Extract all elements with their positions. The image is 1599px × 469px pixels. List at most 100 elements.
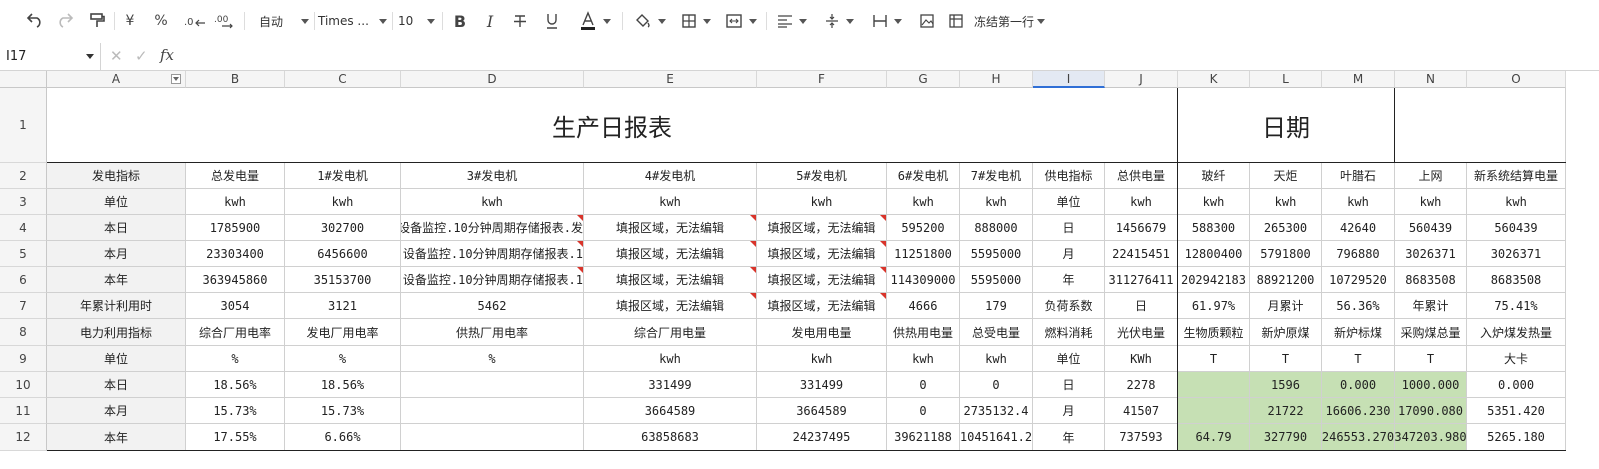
cell-e6[interactable]: 填报区域，无法编辑 — [584, 267, 757, 293]
cell-d8[interactable]: 供热厂用电率 — [401, 319, 584, 346]
cell-c2[interactable]: 1#发电机 — [285, 163, 401, 189]
cell-h5[interactable]: 5595000 — [960, 241, 1033, 267]
cell-e3[interactable]: kwh — [584, 189, 757, 215]
cell-e2[interactable]: 4#发电机 — [584, 163, 757, 189]
cell-b6[interactable]: 363945860 — [186, 267, 285, 293]
column-header-c[interactable]: C — [285, 71, 401, 88]
cell-m11[interactable]: 16606.230 — [1322, 398, 1395, 424]
column-header-d[interactable]: D — [401, 71, 584, 88]
filter-dropdown-icon[interactable] — [171, 74, 181, 84]
cell-b11[interactable]: 15.73% — [186, 398, 285, 424]
row-header-10[interactable]: 10 — [0, 372, 47, 398]
undo-icon[interactable] — [22, 8, 48, 34]
report-title-cell[interactable]: 生产日报表 — [47, 88, 1178, 163]
cell-n9[interactable]: T — [1395, 346, 1467, 372]
cell-l8[interactable]: 新炉原煤 — [1250, 319, 1322, 346]
cell-j12[interactable]: 737593 — [1105, 424, 1178, 451]
cell-k9[interactable]: T — [1178, 346, 1250, 372]
cell-m7[interactable]: 56.36% — [1322, 293, 1395, 319]
formula-input[interactable] — [190, 47, 1570, 66]
cell-d12[interactable] — [401, 424, 584, 451]
image-icon[interactable] — [914, 8, 940, 34]
cell-h8[interactable]: 总受电量 — [960, 319, 1033, 346]
column-width-icon[interactable] — [866, 8, 908, 34]
cell-g11[interactable]: 0 — [887, 398, 960, 424]
fill-color-icon[interactable] — [630, 8, 670, 34]
cell-n2[interactable]: 上网 — [1395, 163, 1467, 189]
cell-e5[interactable]: 填报区域，无法编辑 — [584, 241, 757, 267]
select-all-corner[interactable] — [0, 71, 47, 88]
cell-d5[interactable]: .设备监控.10分钟周期存储报表.1 — [401, 241, 584, 267]
cell-b5[interactable]: 23303400 — [186, 241, 285, 267]
cell-n3[interactable]: kwh — [1395, 189, 1467, 215]
cell-a3[interactable]: 单位 — [47, 189, 186, 215]
cell-f10[interactable]: 331499 — [757, 372, 887, 398]
cell-o12[interactable]: 5265.180 — [1467, 424, 1566, 451]
cell-b7[interactable]: 3054 — [186, 293, 285, 319]
cell-b4[interactable]: 1785900 — [186, 215, 285, 241]
cell-f4[interactable]: 填报区域，无法编辑 — [757, 215, 887, 241]
cell-c4[interactable]: 302700 — [285, 215, 401, 241]
cell-f2[interactable]: 5#发电机 — [757, 163, 887, 189]
cell-a2[interactable]: 发电指标 — [47, 163, 186, 189]
cell-e8[interactable]: 综合厂用电量 — [584, 319, 757, 346]
cell-j5[interactable]: 22415451 — [1105, 241, 1178, 267]
cell-h9[interactable]: kwh — [960, 346, 1033, 372]
cell-m3[interactable]: kwh — [1322, 189, 1395, 215]
cell-h7[interactable]: 179 — [960, 293, 1033, 319]
cell-j6[interactable]: 311276411 — [1105, 267, 1178, 293]
cell-h11[interactable]: 2735132.4 — [960, 398, 1033, 424]
cell-e12[interactable]: 63858683 — [584, 424, 757, 451]
cell-n5[interactable]: 3026371 — [1395, 241, 1467, 267]
column-header-g[interactable]: G — [887, 71, 960, 88]
cell-i6[interactable]: 年 — [1033, 267, 1105, 293]
cell-e7[interactable]: 填报区域，无法编辑 — [584, 293, 757, 319]
cell-k10[interactable] — [1178, 372, 1250, 398]
freeze-first-row-button[interactable]: 冻结第一行 — [948, 8, 1048, 34]
column-header-i[interactable]: I — [1033, 71, 1105, 88]
column-header-j[interactable]: J — [1105, 71, 1178, 88]
cell-l5[interactable]: 5791800 — [1250, 241, 1322, 267]
cell-d7[interactable]: 5462 — [401, 293, 584, 319]
cell-i12[interactable]: 年 — [1033, 424, 1105, 451]
cell-g12[interactable]: 39621188 — [887, 424, 960, 451]
cell-m5[interactable]: 796880 — [1322, 241, 1395, 267]
cell-h4[interactable]: 888000 — [960, 215, 1033, 241]
cell-h12[interactable]: 10451641.2 — [960, 424, 1033, 451]
cell-k7[interactable]: 61.97% — [1178, 293, 1250, 319]
redo-icon[interactable] — [52, 8, 78, 34]
cell-d2[interactable]: 3#发电机 — [401, 163, 584, 189]
cell-a12[interactable]: 本年 — [47, 424, 186, 451]
cell-f11[interactable]: 3664589 — [757, 398, 887, 424]
cell-m8[interactable]: 新炉标煤 — [1322, 319, 1395, 346]
cell-n11[interactable]: 17090.080 — [1395, 398, 1467, 424]
cell-n8[interactable]: 采购煤总量 — [1395, 319, 1467, 346]
cell-o4[interactable]: 560439 — [1467, 215, 1566, 241]
confirm-icon[interactable]: ✓ — [135, 47, 148, 65]
column-header-n[interactable]: N — [1395, 71, 1467, 88]
merge-icon[interactable] — [720, 8, 762, 34]
cell-f7[interactable]: 填报区域，无法编辑 — [757, 293, 887, 319]
cell-i8[interactable]: 燃料消耗 — [1033, 319, 1105, 346]
bold-icon[interactable]: B — [448, 8, 472, 34]
cell-f12[interactable]: 24237495 — [757, 424, 887, 451]
cell-k3[interactable]: kwh — [1178, 189, 1250, 215]
cell-c5[interactable]: 6456600 — [285, 241, 401, 267]
cell-c3[interactable]: kwh — [285, 189, 401, 215]
cell-o5[interactable]: 3026371 — [1467, 241, 1566, 267]
cell-d6[interactable]: .设备监控.10分钟周期存储报表.1 — [401, 267, 584, 293]
row-header-7[interactable]: 7 — [0, 293, 47, 319]
font-size-select[interactable]: 10 — [398, 8, 438, 34]
cancel-icon[interactable]: ✕ — [110, 47, 123, 65]
cell-d3[interactable]: kwh — [401, 189, 584, 215]
cell-c11[interactable]: 15.73% — [285, 398, 401, 424]
currency-icon[interactable]: ¥ — [118, 8, 142, 34]
column-header-l[interactable]: L — [1250, 71, 1322, 88]
cell-b8[interactable]: 综合厂用电率 — [186, 319, 285, 346]
cell-n10[interactable]: 1000.000 — [1395, 372, 1467, 398]
date-value-cell[interactable] — [1395, 88, 1566, 163]
cell-d11[interactable] — [401, 398, 584, 424]
decrease-decimal-icon[interactable]: .0 — [182, 8, 208, 34]
cell-f8[interactable]: 发电用电量 — [757, 319, 887, 346]
valign-icon[interactable] — [818, 8, 860, 34]
